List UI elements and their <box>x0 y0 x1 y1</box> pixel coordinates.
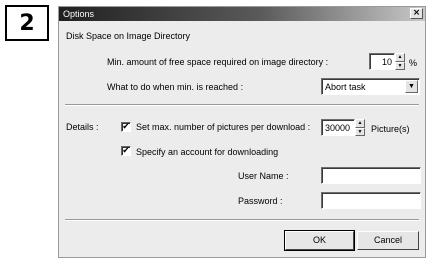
max-pictures-checkbox[interactable]: ✔ <box>121 122 131 132</box>
ok-button[interactable]: OK <box>284 230 355 251</box>
specify-account-label: Specify an account for downloading <box>136 147 279 157</box>
password-label: Password : <box>238 196 283 206</box>
max-pictures-label: Set max. number of pictures per download… <box>136 122 311 132</box>
close-icon: × <box>412 8 421 18</box>
on-min-reached-select[interactable]: Abort task ▼ <box>321 78 420 95</box>
spin-down-icon[interactable]: ▼ <box>395 61 405 70</box>
divider <box>65 219 419 221</box>
dialog-title: Options <box>63 9 95 19</box>
details-label: Details : <box>66 122 99 132</box>
step-number-badge: 2 <box>5 5 49 41</box>
divider <box>65 104 419 106</box>
title-bar[interactable]: Options × <box>59 7 425 21</box>
chevron-down-icon[interactable]: ▼ <box>405 80 418 93</box>
user-name-label: User Name : <box>238 171 289 181</box>
user-name-field[interactable] <box>321 167 421 184</box>
password-field[interactable] <box>321 192 421 209</box>
on-min-reached-label: What to do when min. is reached : <box>107 82 244 92</box>
min-free-space-input[interactable]: 10 <box>369 53 395 70</box>
section-heading: Disk Space on Image Directory <box>66 31 191 41</box>
max-pictures-spinner[interactable]: ▲ ▼ <box>355 119 365 136</box>
spin-up-icon[interactable]: ▲ <box>355 119 365 128</box>
cancel-button[interactable]: Cancel <box>357 231 419 250</box>
min-free-space-label: Min. amount of free space required on im… <box>107 57 329 67</box>
specify-account-checkbox[interactable]: ✔ <box>121 146 131 156</box>
options-dialog: Options × Disk Space on Image Directory … <box>58 6 426 258</box>
max-pictures-input[interactable]: 30000 <box>321 119 355 136</box>
min-free-space-spinner[interactable]: ▲ ▼ <box>395 53 405 70</box>
min-free-space-unit: % <box>409 58 418 68</box>
close-button[interactable]: × <box>410 8 423 19</box>
max-pictures-unit: Picture(s) <box>371 124 410 134</box>
spin-up-icon[interactable]: ▲ <box>395 53 405 62</box>
spin-down-icon[interactable]: ▼ <box>355 127 365 136</box>
